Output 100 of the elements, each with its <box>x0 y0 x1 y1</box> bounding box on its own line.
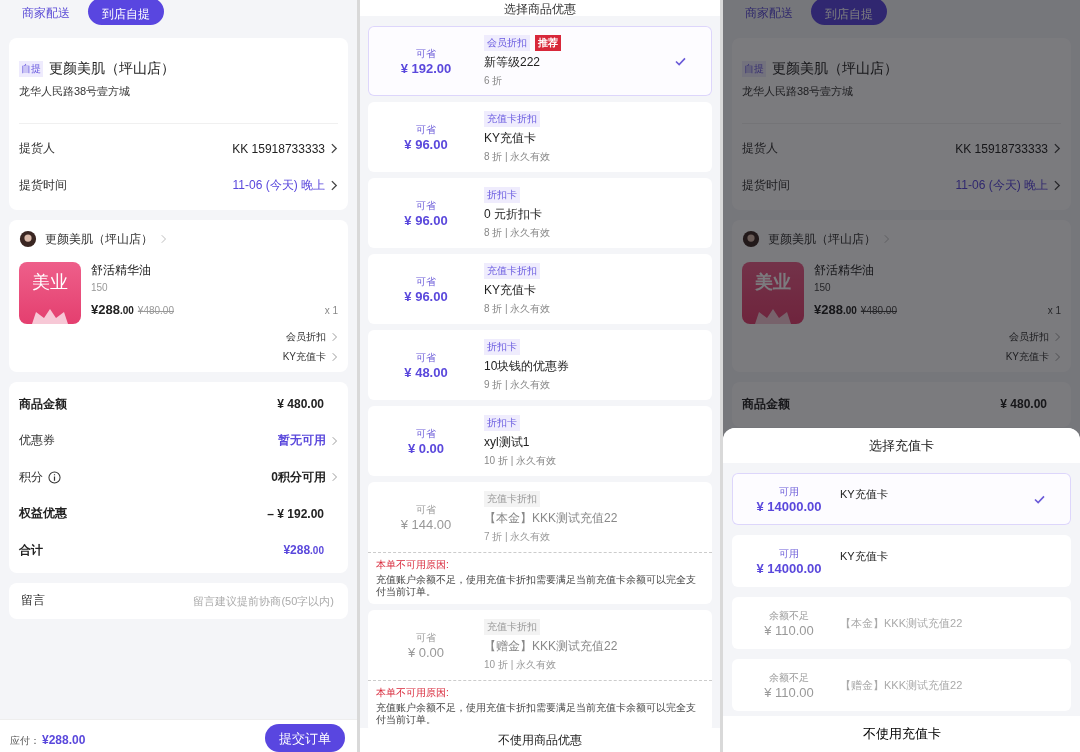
discount-tag: 折扣卡 <box>484 414 520 431</box>
total-value: ¥288.00 <box>283 543 325 558</box>
message-label: 留言 <box>21 592 45 609</box>
product-spec: 150 <box>91 282 109 293</box>
no-discount-button[interactable]: 不使用商品优惠 <box>360 728 720 752</box>
recommend-badge: 推荐 <box>535 34 561 51</box>
amount-value: ¥ 110.00 <box>764 622 814 638</box>
save-label: 可省 <box>416 350 436 365</box>
card-option[interactable]: 可用 ¥ 14000.00 KY充值卡 <box>732 535 1071 587</box>
save-amount: ¥ 48.00 <box>404 364 448 380</box>
check-icon <box>675 56 686 66</box>
lotus-icon <box>30 308 70 324</box>
page-title: 选择商品优惠 <box>504 2 576 16</box>
pickup-row[interactable]: 提货人 KK 15918733333 <box>742 130 1061 167</box>
discount-tag: 充值卡折扣 <box>484 262 540 279</box>
card-name: 【赠金】KKK测试充值22 <box>840 677 963 693</box>
due-label: 应付： <box>10 734 40 748</box>
save-label: 可省 <box>416 198 436 213</box>
discount-link[interactable]: 会员折扣 <box>286 330 326 344</box>
discount-name: 10块钱的优惠券 <box>484 357 570 375</box>
discount-option[interactable]: 可省 ¥ 96.00 折扣卡 0 元折扣卡 8 折 | 永久有效 <box>368 178 712 248</box>
discount-detail: 7 折 | 永久有效 <box>484 529 552 544</box>
discount-link[interactable]: KY充值卡 <box>1005 350 1049 364</box>
chevron-icon <box>1054 180 1061 191</box>
discount-detail: 10 折 | 永久有效 <box>484 657 558 672</box>
delivery-tab[interactable]: 商家配送 <box>10 0 82 26</box>
summary-label: 优惠券 <box>19 432 55 450</box>
no-card-button[interactable]: 不使用充值卡 <box>723 716 1080 752</box>
discount-name: KY充值卡 <box>484 129 537 147</box>
chevron-icon <box>1054 143 1061 154</box>
save-label: 可省 <box>416 502 436 517</box>
discount-tag: 充值卡折扣 <box>484 618 540 635</box>
avatar-icon <box>742 230 760 248</box>
discount-link[interactable]: KY充值卡 <box>282 350 326 364</box>
reason-title: 本单不可用原因: <box>376 558 450 572</box>
delivery-tab[interactable]: 到店自提 <box>88 0 164 25</box>
amount-value: ¥ 110.00 <box>764 684 814 700</box>
store-name: 更颜美肌（坪山店） <box>772 60 898 78</box>
save-label: 可省 <box>416 122 436 137</box>
submit-button[interactable]: 提交订单 <box>265 724 345 752</box>
row-value: KK 15918733333 <box>232 141 325 156</box>
chevron-icon <box>331 143 338 154</box>
discount-tag: 充值卡折扣 <box>484 110 540 127</box>
discount-tag: 充值卡折扣 <box>484 490 540 507</box>
discount-detail: 10 折 | 永久有效 <box>484 453 557 468</box>
row-label: 提货人 <box>19 140 55 157</box>
message-input[interactable]: 留言建议提前协商(50字以内) <box>132 593 336 608</box>
amount-label: 余额不足 <box>769 670 809 685</box>
row-value: 11-06 (今天) 晚上 <box>955 177 1048 194</box>
pickup-row[interactable]: 提货时间 11-06 (今天) 晚上 <box>19 167 338 204</box>
save-label: 可省 <box>416 630 436 645</box>
card-name: KY充值卡 <box>840 548 888 564</box>
save-label: 可省 <box>416 274 436 289</box>
reason-title: 本单不可用原因: <box>376 686 450 700</box>
shop-name[interactable]: 更颜美肌（坪山店） <box>768 230 876 248</box>
product-price: ¥288.00 <box>814 302 857 317</box>
quantity: x 1 <box>1047 305 1061 316</box>
pickup-tag: 自提 <box>19 61 43 77</box>
summary-label: 商品金额 <box>19 395 67 413</box>
pickup-row[interactable]: 提货时间 11-06 (今天) 晚上 <box>742 167 1061 204</box>
card-option[interactable]: 可用 ¥ 14000.00 KY充值卡 <box>732 473 1071 525</box>
store-name: 更颜美肌（坪山店） <box>49 60 175 78</box>
discount-name: 【赠金】KKK测试充值22 <box>484 637 618 655</box>
row-value: KK 15918733333 <box>955 141 1048 156</box>
discount-option[interactable]: 可省 ¥ 96.00 充值卡折扣 KY充值卡 8 折 | 永久有效 <box>368 102 712 172</box>
save-amount: ¥ 0.00 <box>407 644 445 660</box>
card-name: KY充值卡 <box>840 486 888 502</box>
pickup-row[interactable]: 提货人 KK 15918733333 <box>19 130 338 167</box>
save-amount: ¥ 192.00 <box>400 60 452 76</box>
summary-value: ¥ 480.00 <box>277 397 325 412</box>
avatar-icon <box>19 230 37 248</box>
card-name: 【本金】KKK测试充值22 <box>840 615 963 631</box>
discount-link[interactable]: 会员折扣 <box>1009 330 1049 344</box>
row-value: 11-06 (今天) 晚上 <box>232 177 325 194</box>
product-spec: 150 <box>814 282 832 293</box>
discount-detail: 8 折 | 永久有效 <box>484 301 551 316</box>
summary-value: ¥ 480.00 <box>1000 397 1048 412</box>
save-amount: ¥ 96.00 <box>404 212 448 228</box>
product-name: 舒活精华油 <box>91 262 152 279</box>
discount-option[interactable]: 可省 ¥ 48.00 折扣卡 10块钱的优惠券 9 折 | 永久有效 <box>368 330 712 400</box>
summary-value[interactable]: 暂无可用 <box>278 432 326 450</box>
save-amount: ¥ 0.00 <box>407 440 445 456</box>
store-address: 龙华人民路38号壹方城 <box>19 84 132 99</box>
discount-detail: 8 折 | 永久有效 <box>484 225 551 240</box>
discount-option[interactable]: 可省 ¥ 96.00 充值卡折扣 KY充值卡 8 折 | 永久有效 <box>368 254 712 324</box>
due-amount: ¥288.00 <box>42 733 86 747</box>
discount-option[interactable]: 可省 ¥ 0.00 折扣卡 xyl测试1 10 折 | 永久有效 <box>368 406 712 476</box>
lotus-icon <box>753 308 793 324</box>
discount-detail: 8 折 | 永久有效 <box>484 149 551 164</box>
info-icon[interactable] <box>48 470 61 484</box>
summary-value[interactable]: 0积分可用 <box>271 468 326 486</box>
row-label: 提货时间 <box>742 177 790 194</box>
discount-name: xyl测试1 <box>484 433 531 451</box>
save-amount: ¥ 144.00 <box>400 516 452 532</box>
amount-label: 可用 <box>779 546 799 561</box>
shop-name[interactable]: 更颜美肌（坪山店） <box>45 230 153 248</box>
save-label: 可省 <box>416 46 436 61</box>
discount-option[interactable]: 可省 ¥ 192.00 会员折扣 推荐 新等级222 6 折 <box>368 26 712 96</box>
discount-tag: 折扣卡 <box>484 338 520 355</box>
chevron-icon <box>332 435 338 446</box>
